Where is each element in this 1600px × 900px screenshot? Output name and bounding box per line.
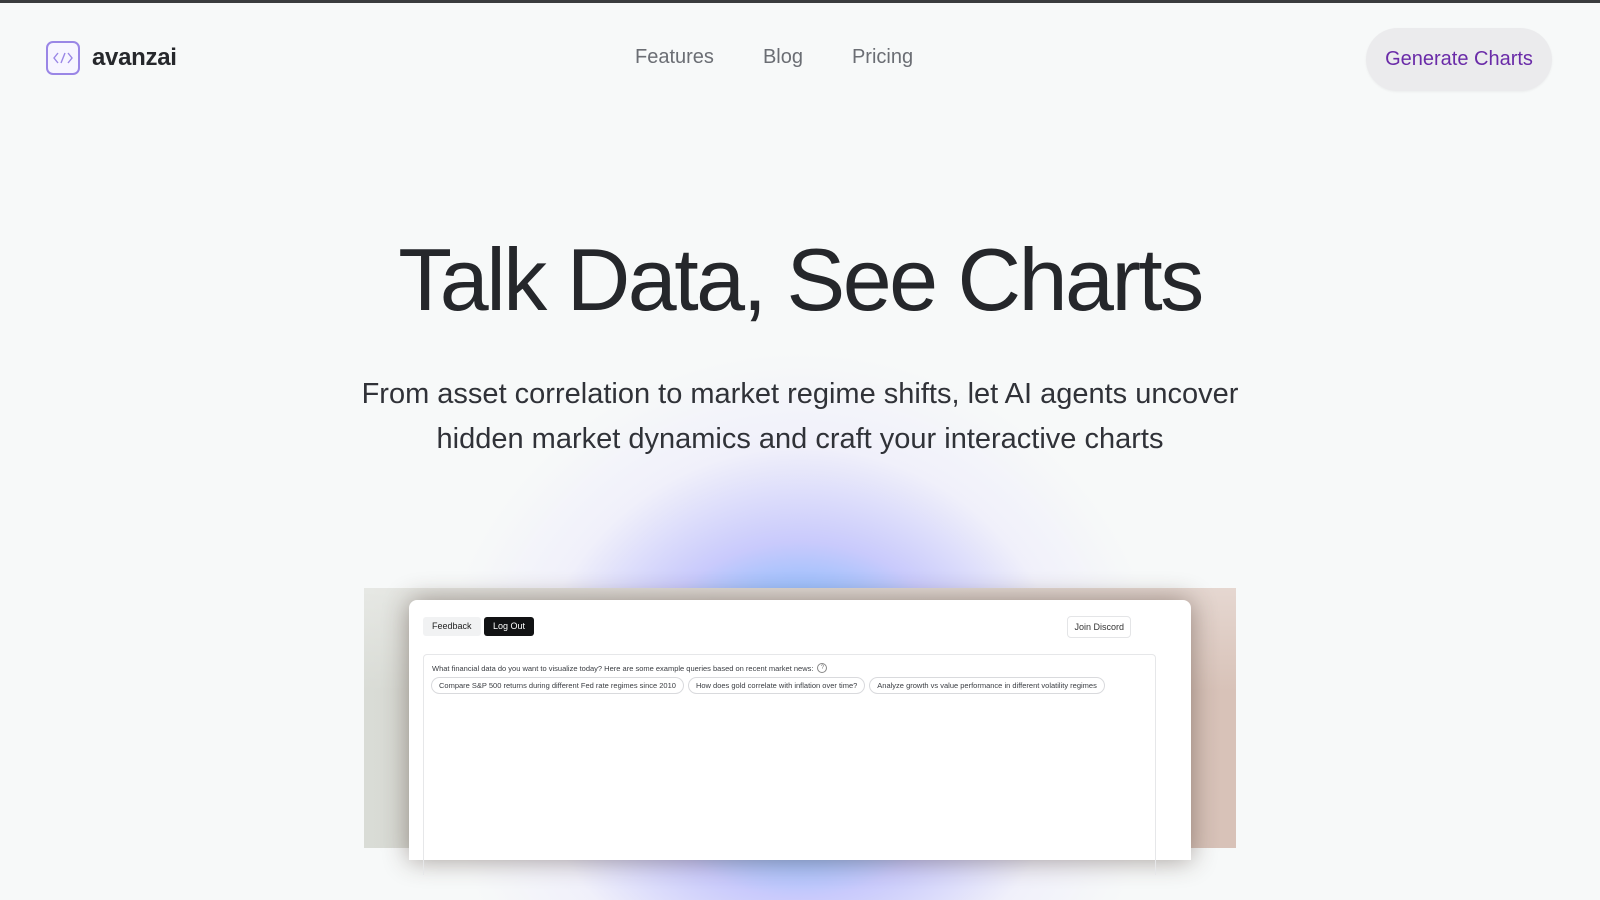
logo-link[interactable]: avanzai xyxy=(46,41,177,75)
feedback-button[interactable]: Feedback xyxy=(423,617,481,636)
hero-subtitle-line-2: hidden market dynamics and craft your in… xyxy=(436,423,1164,455)
logout-button[interactable]: Log Out xyxy=(484,617,535,636)
code-brackets-icon xyxy=(46,41,80,75)
help-circle-icon[interactable]: ? xyxy=(817,663,828,673)
hero-subtitle: From asset correlation to market regime … xyxy=(330,372,1270,462)
example-query-chip[interactable]: How does gold correlate with inflation o… xyxy=(687,677,866,694)
example-queries: Compare S&P 500 returns during different… xyxy=(431,677,1105,694)
hero-title: Talk Data, See Charts xyxy=(398,230,1204,329)
nav-blog[interactable]: Blog xyxy=(763,46,803,69)
main-nav: Features Blog Pricing xyxy=(635,46,913,69)
example-query-chip[interactable]: Compare S&P 500 returns during different… xyxy=(431,677,684,694)
logo-text: avanzai xyxy=(92,44,177,71)
nav-pricing[interactable]: Pricing xyxy=(852,46,913,69)
app-preview-window: Feedback Log Out Join Discord What finan… xyxy=(409,600,1191,875)
hero-subtitle-line-1: From asset correlation to market regime … xyxy=(361,378,1239,410)
app-preview: Feedback Log Out Join Discord What finan… xyxy=(364,588,1236,875)
join-discord-button[interactable]: Join Discord xyxy=(1067,616,1131,638)
generate-charts-button[interactable]: Generate Charts xyxy=(1366,28,1552,91)
nav-features[interactable]: Features xyxy=(635,46,714,69)
example-query-chip[interactable]: Analyze growth vs value performance in d… xyxy=(869,677,1105,694)
prompt-line: What financial data do you want to visua… xyxy=(432,663,828,673)
chat-panel: What financial data do you want to visua… xyxy=(423,654,1156,875)
top-border xyxy=(0,0,1600,3)
prompt-text: What financial data do you want to visua… xyxy=(432,663,814,673)
